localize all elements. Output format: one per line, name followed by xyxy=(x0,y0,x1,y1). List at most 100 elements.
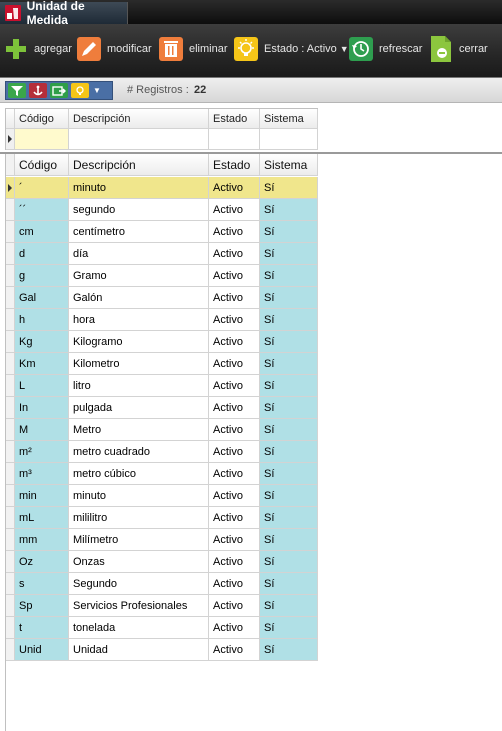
cell-code[interactable]: cm xyxy=(15,221,69,243)
cell-code[interactable]: mL xyxy=(15,507,69,529)
table-row[interactable]: Oz Onzas Activo Sí xyxy=(6,551,318,573)
cell-system[interactable]: Sí xyxy=(260,353,318,375)
cell-system[interactable]: Sí xyxy=(260,551,318,573)
table-row[interactable]: Llitro Activo Sí xyxy=(6,375,318,397)
table-row[interactable]: Unid Unidad Activo Sí xyxy=(6,639,318,661)
cell-code[interactable]: m³ xyxy=(15,463,69,485)
cell-code[interactable]: mm xyxy=(15,529,69,551)
add-button[interactable]: agregar xyxy=(3,34,72,64)
delete-button[interactable]: eliminar xyxy=(158,34,228,64)
cell-description[interactable]: Kilogramo xyxy=(69,331,209,353)
cell-system[interactable]: Sí xyxy=(260,507,318,529)
cell-code[interactable]: s xyxy=(15,573,69,595)
close-button[interactable]: cerrar xyxy=(428,34,488,64)
cell-code[interactable]: L xyxy=(15,375,69,397)
table-row[interactable]: Kg Kilogramo Activo Sí xyxy=(6,331,318,353)
cell-status[interactable]: Activo xyxy=(209,419,260,441)
cell-code[interactable]: d xyxy=(15,243,69,265)
cell-status[interactable]: Activo xyxy=(209,463,260,485)
table-row[interactable]: s Segundo Activo Sí xyxy=(6,573,318,595)
cell-description[interactable]: Onzas xyxy=(69,551,209,573)
lightbulb-icon[interactable] xyxy=(71,83,89,98)
table-row[interactable]: m² metro cuadrado Activo Sí xyxy=(6,441,318,463)
cell-code[interactable]: Oz xyxy=(15,551,69,573)
table-row[interactable]: m³ metro cúbico Activo Sí xyxy=(6,463,318,485)
column-header-status[interactable]: Estado xyxy=(209,109,260,129)
export-icon[interactable] xyxy=(50,83,68,98)
window-tab[interactable]: Unidad de Medida xyxy=(0,0,128,27)
cell-code[interactable]: min xyxy=(15,485,69,507)
cell-system[interactable]: Sí xyxy=(260,309,318,331)
filter-description-input[interactable] xyxy=(69,129,209,150)
table-row[interactable]: ´´ segundo Activo Sí xyxy=(6,199,318,221)
cell-system[interactable]: Sí xyxy=(260,595,318,617)
cell-code[interactable]: Kg xyxy=(15,331,69,353)
table-row[interactable]: g Gramo Activo Sí xyxy=(6,265,318,287)
cell-system[interactable]: Sí xyxy=(260,199,318,221)
cell-description[interactable]: Kilometro xyxy=(69,353,209,375)
cell-description[interactable]: metro cuadrado xyxy=(69,441,209,463)
cell-system[interactable]: Sí xyxy=(260,331,318,353)
cell-code[interactable]: ´ xyxy=(15,177,69,199)
filter-status-input[interactable] xyxy=(209,129,260,150)
table-row[interactable]: M Metro Activo Sí xyxy=(6,419,318,441)
table-row[interactable]: Gal Galón Activo Sí xyxy=(6,287,318,309)
cell-description[interactable]: minuto xyxy=(69,177,209,199)
cell-system[interactable]: Sí xyxy=(260,441,318,463)
refresh-button[interactable]: refrescar xyxy=(348,34,422,64)
cell-description[interactable]: minuto xyxy=(69,485,209,507)
cell-system[interactable]: Sí xyxy=(260,287,318,309)
cell-description[interactable]: tonelada xyxy=(69,617,209,639)
cell-status[interactable]: Activo xyxy=(209,199,260,221)
cell-system[interactable]: Sí xyxy=(260,177,318,199)
column-header-description[interactable]: Descripción xyxy=(69,154,209,176)
cell-code[interactable]: M xyxy=(15,419,69,441)
cell-code[interactable]: In xyxy=(15,397,69,419)
cell-system[interactable]: Sí xyxy=(260,243,318,265)
table-row[interactable]: d día Activo Sí xyxy=(6,243,318,265)
column-header-system[interactable]: Sistema xyxy=(260,109,318,129)
anchor-icon[interactable] xyxy=(29,83,47,98)
column-header-code[interactable]: Código xyxy=(15,154,69,176)
cell-system[interactable]: Sí xyxy=(260,397,318,419)
cell-code[interactable]: m² xyxy=(15,441,69,463)
cell-status[interactable]: Activo xyxy=(209,529,260,551)
cell-system[interactable]: Sí xyxy=(260,573,318,595)
cell-status[interactable]: Activo xyxy=(209,551,260,573)
table-row[interactable]: Sp Servicios Profesionales Activo Sí xyxy=(6,595,318,617)
cell-description[interactable]: pulgada xyxy=(69,397,209,419)
cell-status[interactable]: Activo xyxy=(209,287,260,309)
table-row[interactable]: mm Milímetro Activo Sí xyxy=(6,529,318,551)
column-header-description[interactable]: Descripción xyxy=(69,109,209,129)
cell-system[interactable]: Sí xyxy=(260,529,318,551)
cell-status[interactable]: Activo xyxy=(209,573,260,595)
cell-system[interactable]: Sí xyxy=(260,221,318,243)
cell-system[interactable]: Sí xyxy=(260,639,318,661)
cell-status[interactable]: Activo xyxy=(209,265,260,287)
cell-status[interactable]: Activo xyxy=(209,485,260,507)
cell-description[interactable]: día xyxy=(69,243,209,265)
cell-code[interactable]: g xyxy=(15,265,69,287)
edit-button[interactable]: modificar xyxy=(76,34,152,64)
chevron-down-icon[interactable]: ▼ xyxy=(93,86,101,95)
cell-description[interactable]: Milímetro xyxy=(69,529,209,551)
filter-icon[interactable] xyxy=(8,83,26,98)
cell-description[interactable]: metro cúbico xyxy=(69,463,209,485)
cell-system[interactable]: Sí xyxy=(260,485,318,507)
cell-status[interactable]: Activo xyxy=(209,441,260,463)
cell-status[interactable]: Activo xyxy=(209,639,260,661)
cell-description[interactable]: segundo xyxy=(69,199,209,221)
cell-description[interactable]: hora xyxy=(69,309,209,331)
cell-system[interactable]: Sí xyxy=(260,419,318,441)
cell-status[interactable]: Activo xyxy=(209,617,260,639)
table-row[interactable]: h hora Activo Sí xyxy=(6,309,318,331)
table-row[interactable]: Km Kilometro Activo Sí xyxy=(6,353,318,375)
column-header-status[interactable]: Estado xyxy=(209,154,260,176)
cell-system[interactable]: Sí xyxy=(260,617,318,639)
cell-status[interactable]: Activo xyxy=(209,221,260,243)
status-dropdown[interactable]: Estado : Activo ▼ xyxy=(233,34,349,64)
cell-system[interactable]: Sí xyxy=(260,265,318,287)
cell-code[interactable]: Sp xyxy=(15,595,69,617)
column-header-code[interactable]: Código xyxy=(15,109,69,129)
cell-description[interactable]: Galón xyxy=(69,287,209,309)
